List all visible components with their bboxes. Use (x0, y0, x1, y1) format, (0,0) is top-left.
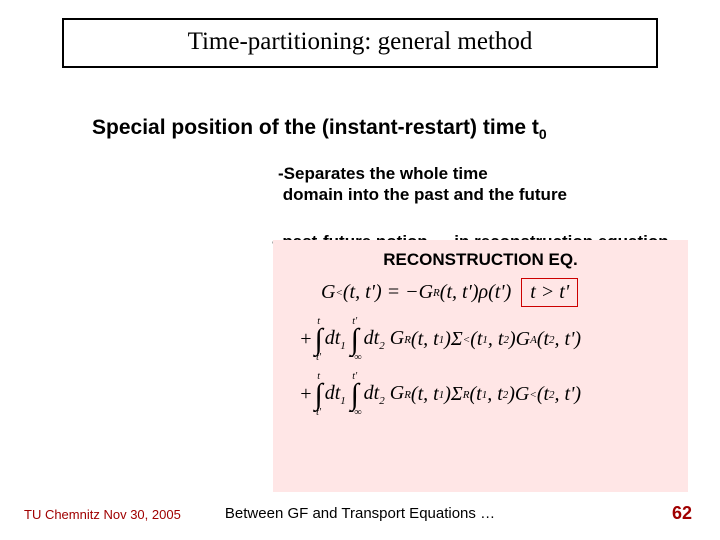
subheading-text: Special position of the (instant-restart… (92, 116, 539, 139)
bullet-separates-line1: -Separates the whole time (278, 164, 488, 183)
integral-icon: t'∫−∞ (348, 317, 362, 362)
equation-line-3: + t∫t' dt1 t'∫−∞ dt2 GR(t, t1)ΣR(t1, t2)… (299, 372, 674, 417)
bullet-separates-line2: domain into the past and the future (283, 185, 567, 204)
eq-box-title: RECONSTRUCTION EQ. (287, 250, 674, 270)
integral-icon: t'∫−∞ (348, 372, 362, 417)
equation-line-2: + t∫t' dt1 t'∫−∞ dt2 GR(t, t1)Σ<(t1, t2)… (299, 317, 674, 362)
subheading-subscript: 0 (539, 126, 547, 142)
integral-icon: t∫t' (315, 317, 323, 362)
time-order-condition: t > t' (521, 278, 578, 307)
reconstruction-eq-box: RECONSTRUCTION EQ. G<(t, t') = −GR(t, t'… (273, 240, 688, 492)
subheading: Special position of the (instant-restart… (92, 116, 547, 142)
footer-talk-title: Between GF and Transport Equations … (0, 505, 720, 522)
page-number: 62 (672, 503, 692, 524)
integral-icon: t∫t' (315, 372, 323, 417)
slide-title: Time-partitioning: general method (74, 28, 646, 56)
title-frame: Time-partitioning: general method (62, 18, 658, 68)
bullet-separates: -Separates the whole time domain into th… (278, 163, 678, 206)
equation-line-1: G<(t, t') = −GR(t, t')ρ(t') t > t' (321, 278, 674, 307)
